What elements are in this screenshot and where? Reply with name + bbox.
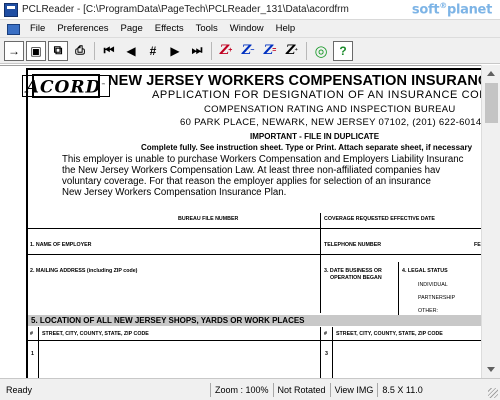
menu-window[interactable]: Window — [224, 23, 270, 34]
form-divider — [28, 228, 481, 229]
document-menu-icon[interactable] — [6, 23, 20, 35]
zoom-width-button[interactable]: Z = — [260, 41, 280, 61]
copy-button[interactable]: ⧉ — [48, 40, 68, 61]
prev-page-icon: ◀ — [126, 43, 136, 58]
bureau-name: COMPENSATION RATING AND INSPECTION BUREA… — [204, 104, 456, 115]
other-option[interactable]: OTHER: — [418, 308, 438, 314]
help-icon: ? — [339, 43, 347, 58]
intro-line: New Jersey Workers Compensation Insuranc… — [62, 187, 287, 198]
date-business-label: 3. DATE BUSINESS OR — [324, 268, 382, 274]
acord-logo: ACORD™ — [21, 74, 111, 98]
scroll-up-icon[interactable] — [487, 71, 495, 76]
document-viewport[interactable]: ACORD™ NEW JERSEY WORKERS COMPENSATION I… — [0, 65, 481, 378]
document-page: ACORD™ NEW JERSEY WORKERS COMPENSATION I… — [21, 68, 481, 378]
save-button[interactable]: ▣ — [26, 40, 46, 61]
title-bar: PCLReader - [C:\ProgramData\PageTech\PCL… — [0, 0, 500, 20]
document-title: NEW JERSEY WORKERS COMPENSATION INSURANC — [108, 73, 481, 89]
last-page-button[interactable]: ⏭ — [187, 41, 207, 61]
form-column-divider — [320, 327, 321, 378]
intro-line: the New Jersey Workers Compensation Law.… — [62, 165, 441, 176]
partnership-option[interactable]: PARTNERSHIP — [418, 295, 455, 301]
intro-line: This employer is unable to purchase Work… — [62, 154, 464, 165]
form-column-divider — [320, 213, 321, 313]
copy-icon: ⧉ — [53, 43, 63, 57]
acord-logo-box: ACORD™ — [21, 74, 111, 98]
watermark-logo: soft®planet — [411, 1, 492, 18]
hash-left-label: # — [30, 331, 33, 337]
status-rotation: Not Rotated — [272, 382, 330, 397]
menu-tools[interactable]: Tools — [190, 23, 224, 34]
row-number: 3 — [325, 351, 328, 357]
print-icon: ⎙ — [75, 43, 85, 57]
zoom-page-button[interactable]: Z ⁺ — [282, 41, 302, 61]
street-left-label: STREET, CITY, COUNTY, STATE, ZIP CODE — [42, 331, 149, 337]
bureau-file-number-label: BUREAU FILE NUMBER — [178, 216, 239, 222]
scrollbar-thumb[interactable] — [485, 83, 498, 123]
next-page-button[interactable]: ▶ — [165, 41, 185, 61]
row-number: 1 — [31, 351, 34, 357]
print-button[interactable]: ⎙ — [70, 41, 90, 61]
fe-label: FE — [474, 242, 481, 248]
menu-page[interactable]: Page — [115, 23, 149, 34]
menu-preferences[interactable]: Preferences — [51, 23, 114, 34]
document-subtitle: APPLICATION FOR DESIGNATION OF AN INSURA… — [152, 89, 481, 101]
employer-name-label: 1. NAME OF EMPLOYER — [30, 242, 92, 248]
form-divider — [28, 254, 481, 255]
goto-page-button[interactable]: # — [143, 41, 163, 61]
legal-status-label: 4. LEGAL STATUS — [402, 268, 448, 274]
instructions-text: Complete fully. See instruction sheet. T… — [141, 143, 473, 152]
important-notice: IMPORTANT - FILE IN DUPLICATE — [250, 132, 380, 141]
form-column-divider — [332, 327, 333, 378]
intro-paragraph: This employer is unable to purchase Work… — [62, 154, 481, 198]
status-bar: Ready Zoom : 100% Not Rotated View IMG 8… — [0, 378, 500, 400]
coverage-date-label: COVERAGE REQUESTED EFFECTIVE DATE — [324, 216, 435, 222]
open-button[interactable]: → — [4, 40, 24, 61]
form-divider — [28, 340, 481, 341]
last-page-icon: ⏭ — [191, 43, 203, 57]
toolbar-separator — [94, 41, 95, 60]
menu-effects[interactable]: Effects — [149, 23, 190, 34]
mailing-address-label: 2. MAILING ADDRESS (including ZIP code) — [30, 268, 138, 274]
help-button[interactable]: ? — [333, 40, 353, 61]
record-icon: ◎ — [314, 42, 328, 60]
next-page-icon: ▶ — [170, 43, 180, 58]
record-button[interactable]: ◎ — [311, 41, 331, 61]
section-5-header: 5. LOCATION OF ALL NEW JERSEY SHOPS, YAR… — [28, 315, 481, 326]
resize-grip-icon[interactable] — [488, 388, 498, 398]
prev-page-button[interactable]: ◀ — [121, 41, 141, 61]
toolbar: → ▣ ⧉ ⎙ ⏮ ◀ # ▶ ⏭ Z + Z − Z = Z ⁺ ◎ ? — [0, 38, 500, 64]
open-icon: → — [8, 43, 20, 58]
menu-file[interactable]: File — [24, 23, 51, 34]
hash-right-label: # — [324, 331, 327, 337]
form-column-divider — [38, 327, 39, 378]
zoom-out-button[interactable]: Z − — [238, 41, 258, 61]
scroll-down-icon[interactable] — [487, 367, 495, 372]
street-right-label: STREET, CITY, COUNTY, STATE, ZIP CODE — [336, 331, 443, 337]
telephone-label: TELEPHONE NUMBER — [324, 242, 382, 248]
status-ready: Ready — [6, 384, 33, 395]
individual-option[interactable]: INDIVIDUAL — [418, 282, 448, 288]
menu-bar: File Preferences Page Effects Tools Wind… — [0, 20, 500, 38]
status-page-size: 8.5 X 11.0 — [377, 382, 426, 397]
save-icon: ▣ — [30, 43, 42, 58]
status-zoom: Zoom : 100% — [210, 382, 273, 397]
goto-page-icon: # — [149, 43, 157, 58]
first-page-icon: ⏮ — [103, 43, 115, 57]
operation-began-label: OPERATION BEGAN — [330, 275, 382, 281]
menu-help[interactable]: Help — [270, 23, 302, 34]
toolbar-separator — [306, 41, 307, 60]
vertical-scrollbar[interactable] — [481, 65, 500, 378]
form-column-divider — [398, 262, 399, 315]
toolbar-separator — [211, 41, 212, 60]
first-page-button[interactable]: ⏮ — [99, 41, 119, 61]
intro-line: voluntary coverage. For that reason the … — [62, 176, 431, 187]
bureau-address: 60 PARK PLACE, NEWARK, NEW JERSEY 07102,… — [180, 117, 481, 128]
zoom-in-button[interactable]: Z + — [216, 41, 236, 61]
status-view: View IMG — [329, 382, 378, 397]
app-icon[interactable] — [4, 2, 18, 17]
